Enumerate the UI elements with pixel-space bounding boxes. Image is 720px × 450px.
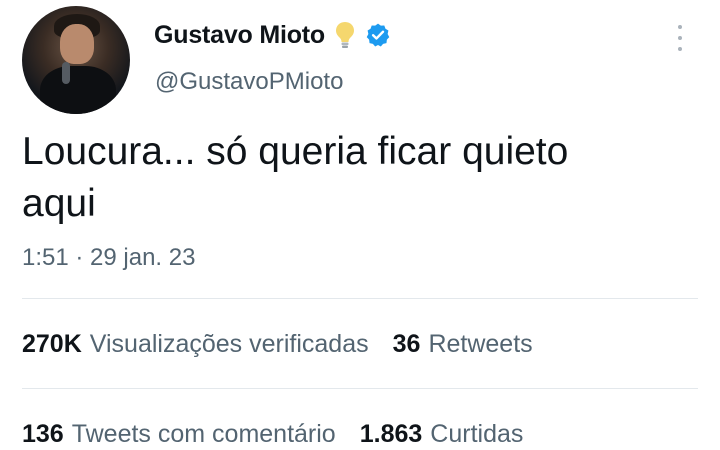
likes-count: 1.863 xyxy=(359,420,423,448)
author-display-name[interactable]: Gustavo Mioto xyxy=(154,21,325,50)
avatar-torso xyxy=(40,66,116,114)
microphone-icon xyxy=(62,62,70,84)
tweet-text: Loucura... só queria ficar quieto aqui xyxy=(22,130,569,225)
more-dot xyxy=(678,47,682,51)
verified-badge-icon[interactable] xyxy=(365,22,391,48)
lightbulb-icon xyxy=(333,20,357,50)
views-label: Visualizações verificadas xyxy=(89,330,369,358)
divider xyxy=(22,388,698,389)
tweet-timestamp[interactable]: 1:51 · 29 jan. 23 xyxy=(22,244,195,272)
author-name-row: Gustavo Mioto xyxy=(154,20,391,50)
more-dot xyxy=(678,25,682,29)
divider xyxy=(22,298,698,299)
likes-stat[interactable]: 1.863 Curtidas xyxy=(360,420,524,449)
avatar[interactable] xyxy=(22,6,130,114)
quote-tweets-stat[interactable]: 136 Tweets com comentário xyxy=(22,420,336,449)
author-handle[interactable]: @GustavoPMioto xyxy=(155,68,343,96)
stats-row: 270K Visualizações verificadas 36 Retwee… xyxy=(22,330,533,359)
avatar-face xyxy=(60,24,94,64)
views-stat[interactable]: 270K Visualizações verificadas xyxy=(22,330,369,359)
quote-tweets-count: 136 xyxy=(22,420,64,448)
retweets-label: Retweets xyxy=(428,330,533,358)
retweets-stat[interactable]: 36 Retweets xyxy=(393,330,533,359)
views-count: 270K xyxy=(22,330,82,358)
tweet-card: Gustavo Mioto @GustavoPMioto Loucura... … xyxy=(0,0,720,450)
more-options-icon[interactable] xyxy=(672,22,688,54)
stats-row: 136 Tweets com comentário 1.863 Curtidas xyxy=(22,420,523,449)
likes-label: Curtidas xyxy=(430,420,524,448)
more-dot xyxy=(678,36,682,40)
quote-tweets-label: Tweets com comentário xyxy=(71,420,336,448)
retweets-count: 36 xyxy=(392,330,421,358)
